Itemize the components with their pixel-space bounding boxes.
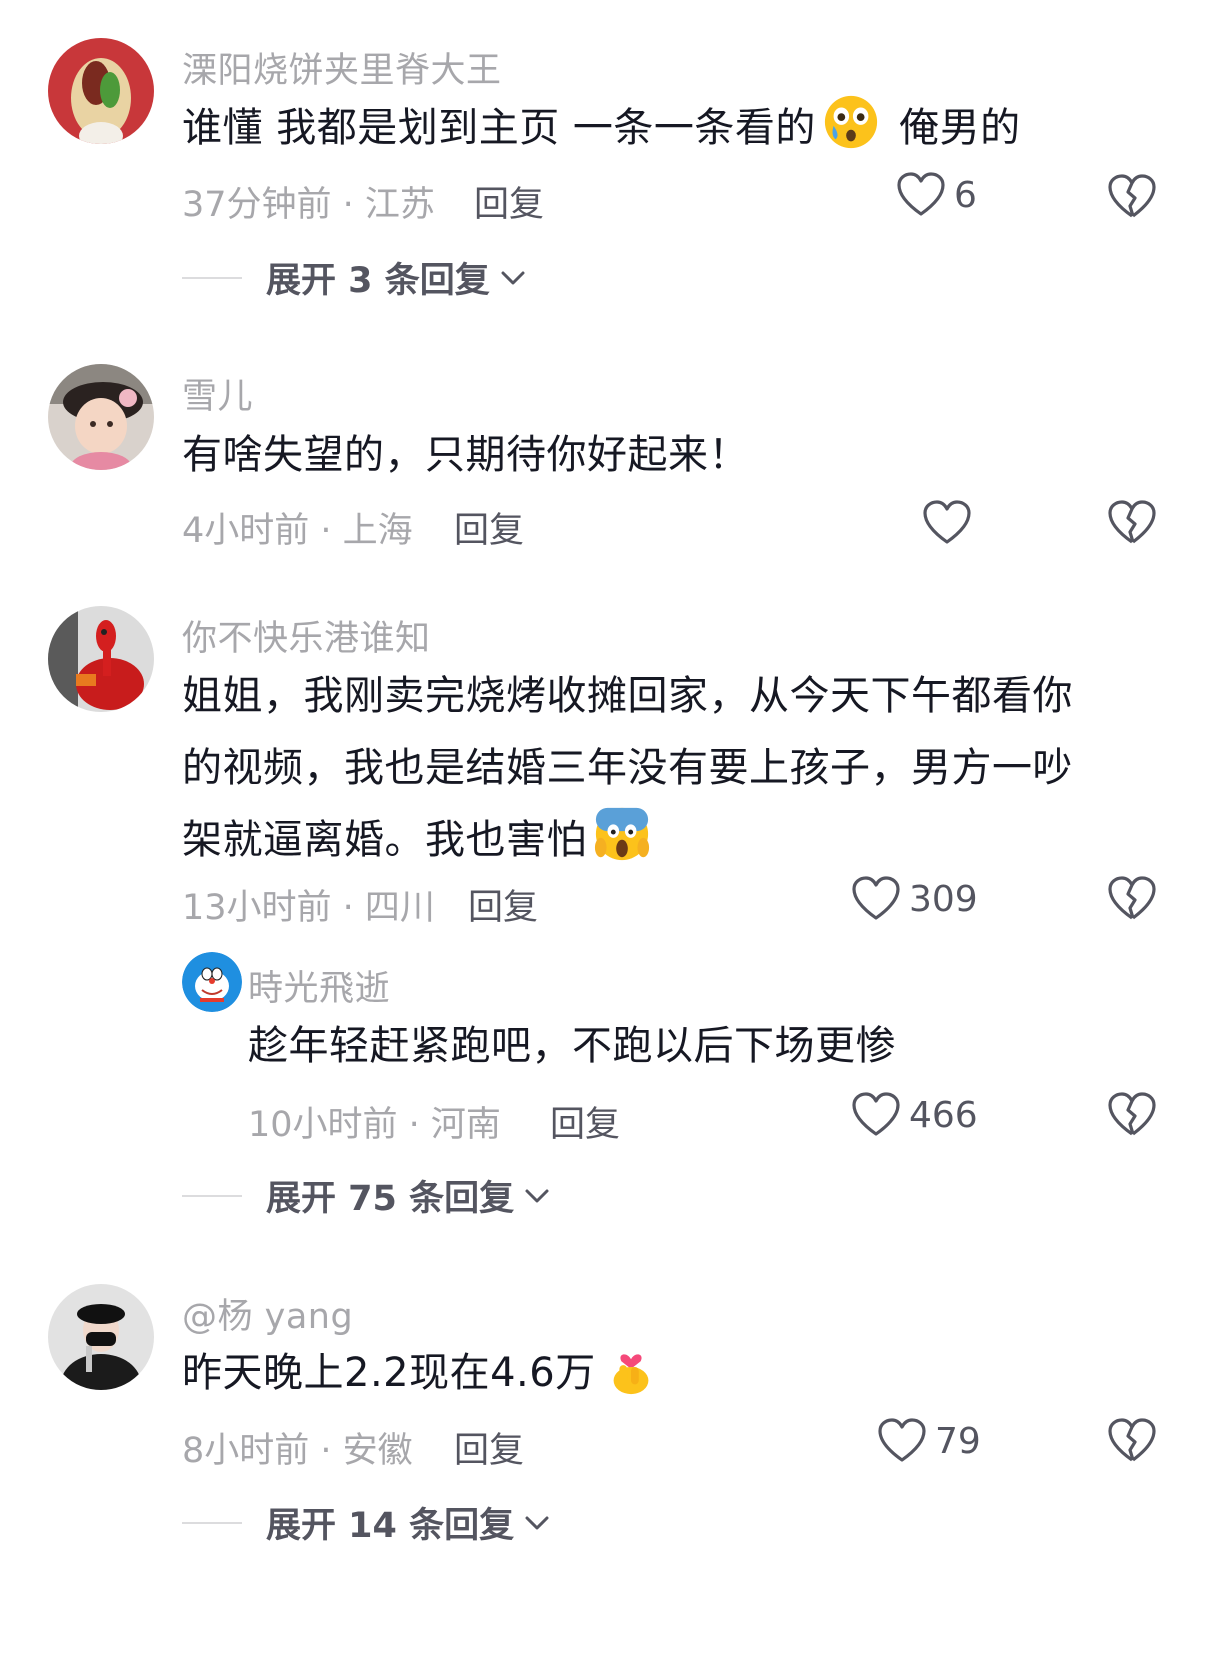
reply-button[interactable]: 回复	[550, 1096, 620, 1147]
comment-time-location: 13小时前 · 四川	[182, 888, 435, 928]
dislike-button[interactable]	[1107, 1418, 1157, 1464]
avatar[interactable]	[182, 952, 242, 1012]
heart-icon	[923, 500, 971, 544]
dislike-button[interactable]	[1107, 876, 1157, 922]
heart-icon	[852, 1092, 900, 1136]
heart-icon	[852, 876, 900, 920]
broken-heart-icon	[1108, 1418, 1156, 1462]
like-button[interactable]	[922, 500, 980, 546]
comment-username[interactable]: 你不快乐港谁知	[182, 610, 431, 661]
divider	[182, 1194, 242, 1197]
chevron-down-icon	[525, 1516, 549, 1529]
comment-text-part: 昨天晚上2.2现在4.6万	[182, 1350, 596, 1396]
dislike-button[interactable]	[1107, 174, 1157, 220]
heart-icon	[878, 1418, 926, 1462]
broken-heart-icon	[1108, 1092, 1156, 1136]
comment-username[interactable]: 雪儿	[182, 368, 253, 419]
avatar[interactable]	[48, 606, 154, 712]
expand-replies-button[interactable]: 展开 75 条回复	[182, 1170, 550, 1221]
dislike-button[interactable]	[1107, 500, 1157, 546]
like-count: 6	[954, 174, 977, 216]
comment-time-location: 8小时前 · 安徽	[182, 1431, 413, 1471]
broken-heart-icon	[1108, 174, 1156, 218]
broken-heart-icon	[1108, 876, 1156, 920]
comment-username[interactable]: 溧阳烧饼夹里脊大王	[182, 42, 502, 93]
avatar[interactable]	[48, 1284, 154, 1390]
expand-replies-button[interactable]: 展开 3 条回复	[182, 252, 526, 303]
reply-button[interactable]: 回复	[454, 1422, 524, 1473]
comment-time-location: 4小时前 · 上海	[182, 511, 413, 551]
divider	[182, 276, 242, 279]
comment-username[interactable]: @杨 yang	[182, 1288, 353, 1339]
reply-button[interactable]: 回复	[468, 879, 538, 930]
comment-text-line: 姐姐，我刚卖完烧烤收摊回家，从今天下午都看你	[182, 673, 1073, 719]
comment-text: 昨天晚上2.2现在4.6万	[182, 1337, 1162, 1409]
comment-text-part: 谁懂 我都是划到主页 一条一条看的	[182, 105, 816, 151]
comment-text-line: 架就逼离婚。我也害怕	[182, 804, 1162, 876]
chevron-down-icon	[501, 271, 525, 284]
like-button[interactable]: 6	[896, 172, 977, 218]
reply-time-location: 10小时前 · 河南	[248, 1105, 501, 1145]
comment-text: 谁懂 我都是划到主页 一条一条看的 俺男的	[182, 92, 1162, 164]
reply-button[interactable]: 回复	[454, 502, 524, 553]
crying-face-emoji	[822, 93, 880, 151]
reply-button[interactable]: 回复	[474, 176, 544, 227]
reply-text: 趁年轻赶紧跑吧，不跑以后下场更惨	[248, 1023, 896, 1069]
comment-text-part: 架就逼离婚。我也害怕	[182, 817, 587, 863]
divider	[182, 1521, 242, 1524]
screaming-face-emoji	[593, 805, 651, 863]
like-count: 466	[909, 1094, 978, 1136]
avatar[interactable]	[48, 364, 154, 470]
comment-text-line: 的视频，我也是结婚三年没有要上孩子，男方一吵	[182, 745, 1073, 791]
comment-text-part: 俺男的	[885, 105, 1021, 151]
finger-heart-emoji	[602, 1338, 660, 1396]
comment-time-location: 37分钟前 · 江苏	[182, 185, 435, 225]
like-button[interactable]: 309	[851, 876, 978, 922]
like-button[interactable]: 79	[877, 1418, 981, 1464]
comment-text: 姐姐，我刚卖完烧烤收摊回家，从今天下午都看你 的视频，我也是结婚三年没有要上孩子…	[182, 660, 1162, 876]
expand-replies-label: 展开 3 条回复	[266, 261, 490, 301]
chevron-down-icon	[525, 1189, 549, 1202]
reply-username[interactable]: 時光飛逝	[248, 960, 390, 1011]
expand-replies-label: 展开 75 条回复	[266, 1179, 515, 1219]
heart-icon	[897, 172, 945, 216]
like-count: 309	[909, 878, 978, 920]
like-count: 79	[935, 1420, 981, 1462]
comment-text: 有啥失望的，只期待你好起来！	[182, 432, 749, 478]
expand-replies-label: 展开 14 条回复	[266, 1506, 515, 1546]
like-button[interactable]: 466	[851, 1092, 978, 1138]
avatar[interactable]	[48, 38, 154, 144]
dislike-button[interactable]	[1107, 1092, 1157, 1138]
expand-replies-button[interactable]: 展开 14 条回复	[182, 1497, 550, 1548]
broken-heart-icon	[1108, 500, 1156, 544]
